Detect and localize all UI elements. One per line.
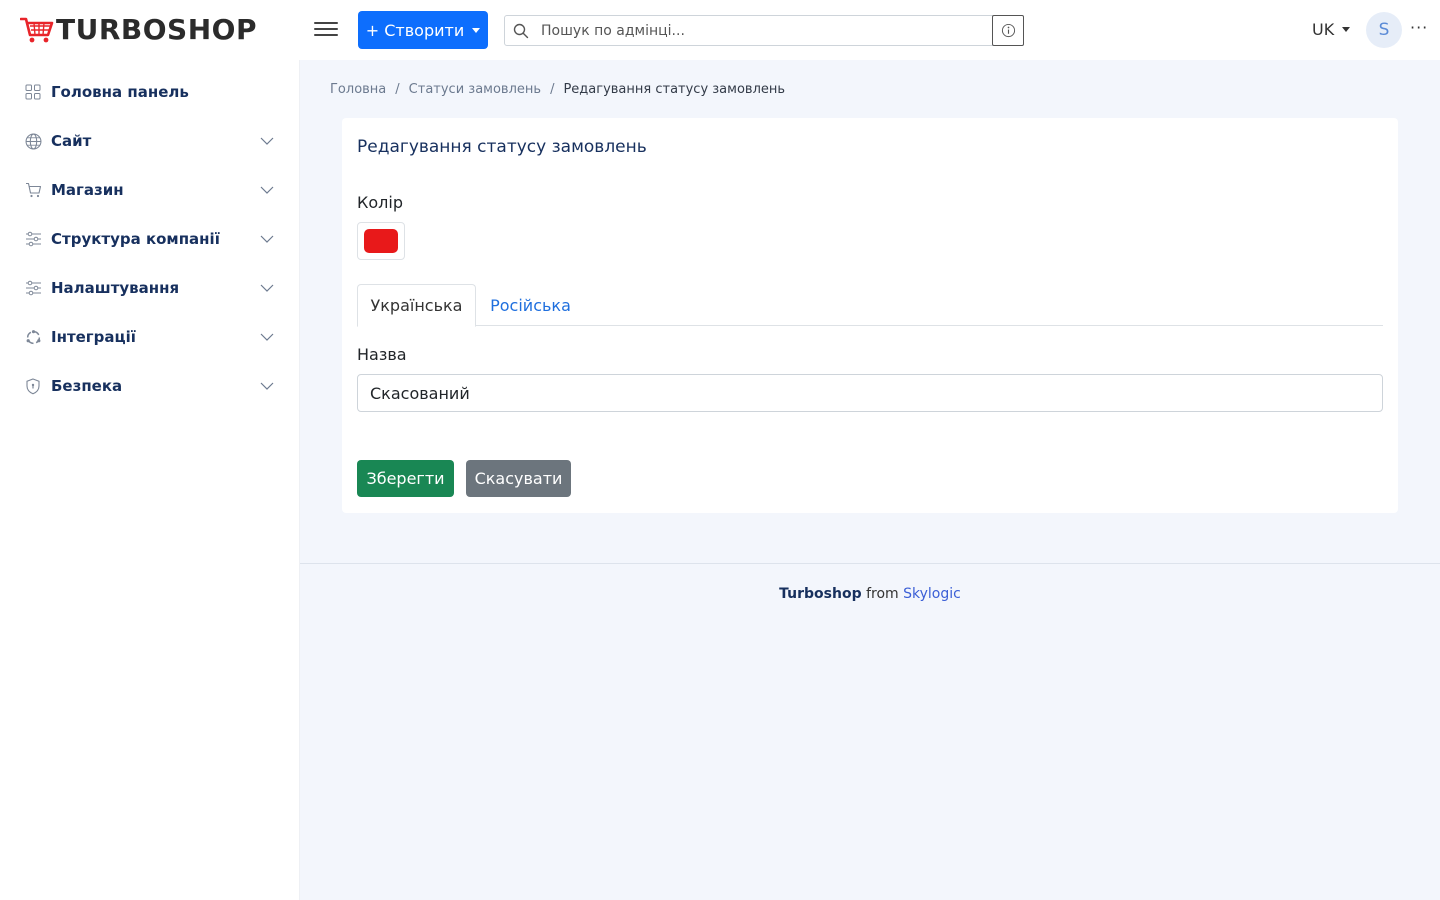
sidebar-item-label: Безпека	[51, 377, 123, 395]
save-button[interactable]: Зберегти	[357, 460, 454, 497]
breadcrumb-separator: /	[550, 82, 555, 97]
sidebar-item-shop[interactable]: Магазин	[24, 178, 276, 202]
top-header: TURBOSHOP + Створити UK S ···	[0, 0, 1440, 60]
sidebar-item-label: Налаштування	[51, 279, 180, 297]
sidebar-item-security[interactable]: Безпека	[24, 374, 276, 398]
tab-russian[interactable]: Російська	[477, 284, 584, 326]
sliders-icon	[24, 230, 42, 248]
color-swatch	[364, 229, 398, 253]
chevron-down-icon	[260, 333, 274, 341]
brand-name: TURBOSHOP	[56, 13, 257, 46]
chevron-down-icon	[260, 235, 274, 243]
language-label: UK	[1312, 20, 1335, 39]
brand-logo[interactable]: TURBOSHOP	[20, 14, 257, 46]
footer-brand: Turboshop	[779, 586, 862, 602]
footer-company-link[interactable]: Skylogic	[903, 586, 961, 602]
breadcrumb-home-link[interactable]: Головна	[330, 82, 386, 97]
dashboard-grid-icon	[24, 83, 42, 101]
user-avatar[interactable]: S	[1366, 12, 1402, 48]
sidebar-item-settings[interactable]: Налаштування	[24, 276, 276, 300]
shield-icon	[24, 377, 42, 395]
sidebar: Головна панель Сайт Магазин Структура ко…	[0, 60, 300, 900]
breadcrumb-section-link[interactable]: Статуси замовлень	[409, 82, 541, 97]
chevron-down-icon	[260, 284, 274, 292]
breadcrumb: Головна / Статуси замовлень / Редагуванн…	[330, 82, 785, 97]
info-icon	[1001, 23, 1015, 38]
name-input[interactable]	[357, 374, 1383, 412]
sidebar-item-dashboard[interactable]: Головна панель	[24, 80, 276, 104]
sidebar-item-label: Сайт	[51, 132, 92, 150]
sidebar-item-site[interactable]: Сайт	[24, 129, 276, 153]
cart-icon	[24, 181, 42, 199]
create-button[interactable]: + Створити	[358, 11, 488, 49]
menu-toggle-button[interactable]	[314, 18, 338, 42]
globe-icon	[24, 132, 42, 150]
language-tabs: Українська Російська	[357, 284, 1383, 327]
footer-from: from	[866, 586, 899, 602]
hamburger-icon	[314, 22, 338, 24]
footer-divider	[300, 563, 1440, 564]
cancel-button[interactable]: Скасувати	[466, 460, 571, 497]
caret-down-icon	[472, 27, 481, 33]
breadcrumb-current: Редагування статусу замовлень	[563, 82, 786, 97]
tab-ukrainian[interactable]: Українська	[357, 284, 476, 327]
sliders-icon	[24, 279, 42, 297]
page-title: Редагування статусу замовлень	[357, 137, 647, 157]
sidebar-item-label: Головна панель	[51, 83, 189, 101]
search-box	[504, 15, 1024, 46]
color-label: Колір	[357, 193, 403, 212]
sidebar-item-label: Структура компанії	[51, 230, 220, 248]
search-input[interactable]	[541, 16, 991, 45]
name-label: Назва	[357, 345, 407, 364]
sidebar-item-label: Інтеграції	[51, 328, 136, 346]
sidebar-item-integrations[interactable]: Інтеграції	[24, 325, 276, 349]
sidebar-item-label: Магазин	[51, 181, 124, 199]
integrations-icon	[24, 328, 42, 346]
create-button-label: + Створити	[365, 20, 465, 40]
edit-status-card: Редагування статусу замовлень Колір Укра…	[342, 118, 1398, 513]
chevron-down-icon	[260, 382, 274, 390]
sidebar-item-company-structure[interactable]: Структура компанії	[24, 227, 276, 251]
color-picker[interactable]	[357, 222, 405, 260]
chevron-down-icon	[260, 137, 274, 145]
more-options-button[interactable]: ···	[1410, 18, 1428, 37]
cart-icon	[20, 17, 54, 43]
breadcrumb-separator: /	[395, 82, 400, 97]
chevron-down-icon	[260, 186, 274, 194]
search-icon	[513, 23, 529, 39]
hamburger-icon	[314, 28, 338, 30]
footer: Turboshop from Skylogic	[300, 586, 1440, 602]
language-selector[interactable]: UK	[1312, 20, 1351, 39]
caret-down-icon	[1342, 27, 1351, 32]
hamburger-icon	[314, 34, 338, 36]
search-info-button[interactable]	[992, 15, 1024, 46]
